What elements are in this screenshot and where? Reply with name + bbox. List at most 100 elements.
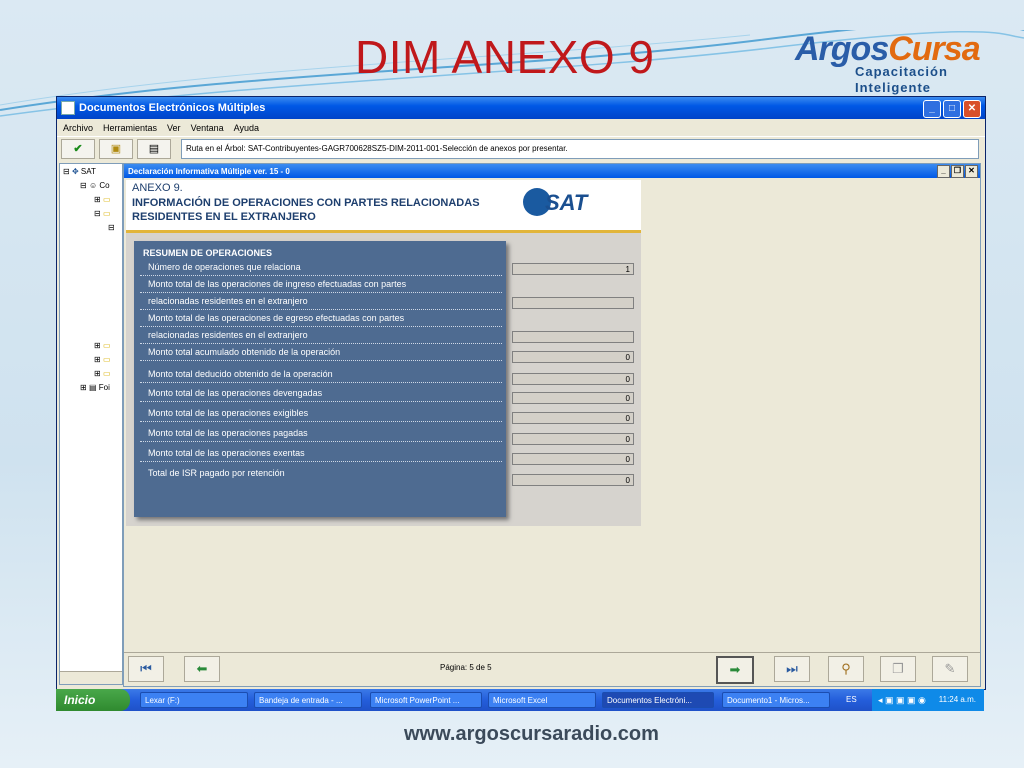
menubar: Archivo Herramientas Ver Ventana Ayuda (57, 119, 985, 136)
lock-button[interactable]: ▣ (99, 139, 133, 159)
row-label: relacionadas residentes en el extranjero (148, 330, 308, 340)
tray-icons[interactable]: ◂ ▣ ▣ ▣ ◉ (878, 689, 926, 711)
resumen-row: Monto total de las operaciones pagadas (140, 425, 502, 442)
anexo-label: ANEXO 9. (132, 182, 183, 194)
copy-icon: ❐ (892, 661, 904, 676)
field-monto-egreso[interactable] (512, 331, 634, 343)
tree-horizontal-scrollbar[interactable] (60, 671, 122, 684)
logo-brand-a: Argos (795, 30, 889, 68)
menu-ayuda[interactable]: Ayuda (234, 123, 259, 133)
argoscursa-logo: ArgosCursa Capacitación Inteligente (795, 28, 995, 98)
field-monto-devengadas[interactable]: 0 (512, 392, 634, 404)
edit-button[interactable]: ✎ (932, 656, 968, 682)
tree-node-foi[interactable]: ⊞ ▤ Foi (80, 383, 110, 392)
minimize-button[interactable]: _ (923, 100, 941, 118)
start-button[interactable]: Inicio (56, 689, 130, 711)
taskbar-item[interactable]: Microsoft Excel (488, 692, 596, 708)
menu-archivo[interactable]: Archivo (63, 123, 93, 133)
search-button[interactable]: ⚲ (828, 656, 864, 682)
row-label: Monto total de las operaciones de egreso… (148, 313, 405, 323)
header-divider (126, 230, 641, 233)
lock-icon: ▣ (110, 143, 122, 155)
maximize-button[interactable]: □ (943, 100, 961, 118)
last-page-button[interactable]: ⏭ (774, 656, 810, 682)
taskbar-item[interactable]: Microsoft PowerPoint ... (370, 692, 482, 708)
row-label: Monto total de las operaciones pagadas (148, 428, 308, 438)
print-button[interactable]: ▤ (137, 139, 171, 159)
resumen-row: Monto total de las operaciones exigibles (140, 405, 502, 422)
folder-icon: ▭ (102, 195, 111, 204)
last-page-icon: ⏭ (786, 661, 798, 676)
clock: 11:24 a.m. (938, 695, 976, 704)
back-button[interactable]: ⬅ (184, 656, 220, 682)
inner-restore-button[interactable]: ❐ (951, 165, 964, 178)
field-total-isr[interactable]: 0 (512, 474, 634, 486)
taskbar: Inicio Lexar (F:) Bandeja de entrada - .… (56, 689, 984, 711)
field-monto-pagadas[interactable]: 0 (512, 433, 634, 445)
inner-minimize-button[interactable]: _ (937, 165, 950, 178)
inner-close-button[interactable]: ✕ (965, 165, 978, 178)
resumen-row: Monto total deducido obtenido de la oper… (140, 366, 502, 383)
field-monto-ingreso[interactable] (512, 297, 634, 309)
taskbar-item[interactable]: Bandeja de entrada - ... (254, 692, 362, 708)
inner-window: Declaración Informativa Múltiple ver. 15… (123, 163, 981, 687)
resumen-row: relacionadas residentes en el extranjero (140, 293, 502, 310)
menu-herramientas[interactable]: Herramientas (103, 123, 157, 133)
inner-window-titlebar[interactable]: Declaración Informativa Múltiple ver. 15… (124, 164, 980, 178)
resumen-title: RESUMEN DE OPERACIONES (143, 248, 273, 258)
tree-icon: ✥ (71, 167, 79, 176)
tree-node-folder-4[interactable]: ⊞ ▭ (94, 355, 111, 364)
menu-ventana[interactable]: Ventana (191, 123, 224, 133)
copy-button[interactable]: ❐ (880, 656, 916, 682)
system-tray: ◂ ▣ ▣ ▣ ◉ 11:24 a.m. (872, 689, 984, 711)
resumen-row: Monto total acumulado obtenido de la ope… (140, 344, 502, 361)
navigation-bar: ⏮ ⬅ Página: 5 de 5 ➡ ⏭ ⚲ ❐ ✎ (124, 652, 980, 685)
document-icon: ▤ (88, 383, 97, 392)
field-numero-operaciones[interactable]: 1 (512, 263, 634, 275)
main-window-titlebar[interactable]: Documentos Electrónicos Múltiples _ □ ✕ (57, 97, 985, 119)
main-window: Documentos Electrónicos Múltiples _ □ ✕ … (56, 96, 986, 690)
tree-node-co[interactable]: ⊟ ☺ Co (80, 181, 110, 190)
tree-node-co-label: Co (99, 181, 110, 190)
tree-node-sat[interactable]: ⊟ ✥ SAT (63, 167, 96, 176)
menu-ver[interactable]: Ver (167, 123, 181, 133)
sat-logo-text: SAT (545, 190, 588, 215)
row-label: Monto total de las operaciones exigibles (148, 408, 309, 418)
tree-node-sub[interactable]: ⊟ (108, 223, 115, 232)
folder-icon: ▭ (102, 355, 111, 364)
resumen-panel: RESUMEN DE OPERACIONES Número de operaci… (134, 241, 506, 517)
field-monto-exigibles[interactable]: 0 (512, 412, 634, 424)
main-window-title: Documentos Electrónicos Múltiples (79, 102, 266, 114)
tree-node-folder-1[interactable]: ⊞ ▭ (94, 195, 111, 204)
taskbar-item-active[interactable]: Documentos Electróni... (602, 692, 714, 708)
resumen-row: Monto total de las operaciones devengada… (140, 385, 502, 402)
folder-open-icon: ▭ (102, 209, 111, 218)
check-button[interactable]: ✔ (61, 139, 95, 159)
form-subtitle: INFORMACIÓN DE OPERACIONES CON PARTES RE… (132, 197, 480, 223)
field-monto-acumulado[interactable]: 0 (512, 351, 634, 363)
page-indicator: Página: 5 de 5 (440, 663, 492, 672)
resumen-row: Número de operaciones que relaciona (140, 259, 502, 276)
folder-icon: ▭ (102, 369, 111, 378)
taskbar-item[interactable]: Lexar (F:) (140, 692, 248, 708)
next-button[interactable]: ➡ (716, 656, 754, 684)
tree-node-foi-label: Foi (98, 383, 110, 392)
field-monto-exentas[interactable]: 0 (512, 453, 634, 465)
tree-node-folder-5[interactable]: ⊞ ▭ (94, 369, 111, 378)
first-page-button[interactable]: ⏮ (128, 656, 164, 682)
language-indicator[interactable]: ES (846, 692, 857, 708)
slide-title: DIM ANEXO 9 (355, 31, 655, 83)
tree-node-folder-2[interactable]: ⊟ ▭ (94, 209, 111, 218)
close-button[interactable]: ✕ (963, 100, 981, 118)
taskbar-item[interactable]: Documento1 - Micros... (722, 692, 830, 708)
logo-tagline-2: Inteligente (855, 80, 932, 95)
person-icon: ☺ (88, 181, 98, 190)
resumen-row: Monto total de las operaciones exentas (140, 445, 502, 462)
logo-tagline-1: Capacitación (855, 64, 948, 79)
row-label: Monto total de las operaciones devengada… (148, 388, 323, 398)
footer-url: www.argoscursaradio.com (404, 723, 659, 745)
tree-node-sat-label: SAT (80, 167, 96, 176)
tree-node-folder-3[interactable]: ⊞ ▭ (94, 341, 111, 350)
search-icon: ⚲ (841, 661, 851, 676)
field-monto-deducido[interactable]: 0 (512, 373, 634, 385)
